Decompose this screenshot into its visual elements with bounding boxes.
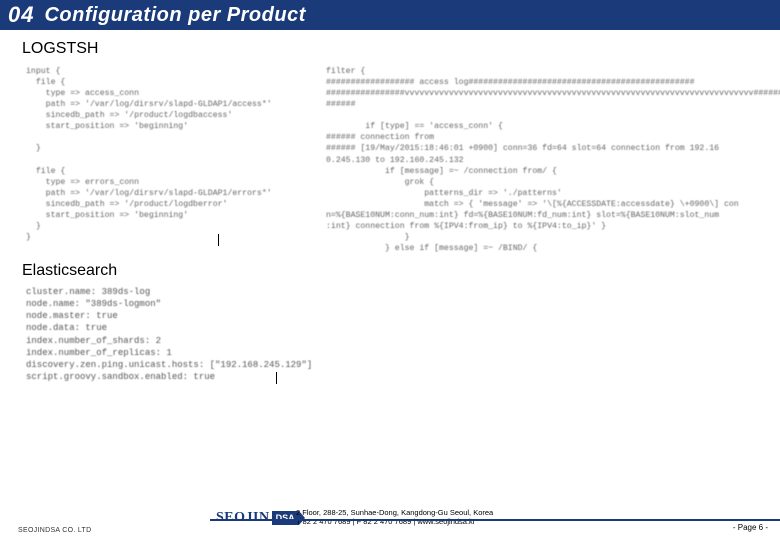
footer: SEOJINDSA CO. LTD SEOJIN DSA 2 Floor, 28…: [0, 506, 780, 540]
slide-number: 04: [8, 2, 34, 28]
elasticsearch-yaml-code: cluster.name: 389ds-log node.name: "389d…: [26, 286, 312, 383]
logo-sub-text: DSA: [272, 511, 299, 525]
company-name: SEOJINDSA CO. LTD: [18, 527, 91, 534]
footer-divider: [210, 519, 780, 521]
logstash-input-code: input { file { type => access_conn path …: [26, 66, 272, 243]
text-cursor: [276, 372, 277, 384]
elasticsearch-config-block: cluster.name: 389ds-log node.name: "389d…: [22, 284, 752, 394]
section-logstash-label: LOGSTSH: [22, 40, 780, 58]
footer-address: 2 Floor, 288-25, Sunhae-Dong, Kangdong-G…: [296, 508, 493, 517]
text-cursor: [218, 234, 219, 246]
title-bar: 04 Configuration per Product: [0, 0, 780, 30]
slide-title: Configuration per Product: [44, 4, 305, 27]
page-number: - Page 6 -: [733, 523, 768, 532]
logstash-filter-code: filter { ################## access log##…: [326, 66, 780, 254]
logstash-config-block: input { file { type => access_conn path …: [22, 62, 752, 252]
footer-contact: 2 Floor, 288-25, Sunhae-Dong, Kangdong-G…: [296, 508, 493, 527]
section-elasticsearch-label: Elasticsearch: [22, 262, 780, 280]
logo: SEOJIN DSA: [216, 510, 299, 526]
logo-main-text: SEOJIN: [216, 510, 270, 526]
